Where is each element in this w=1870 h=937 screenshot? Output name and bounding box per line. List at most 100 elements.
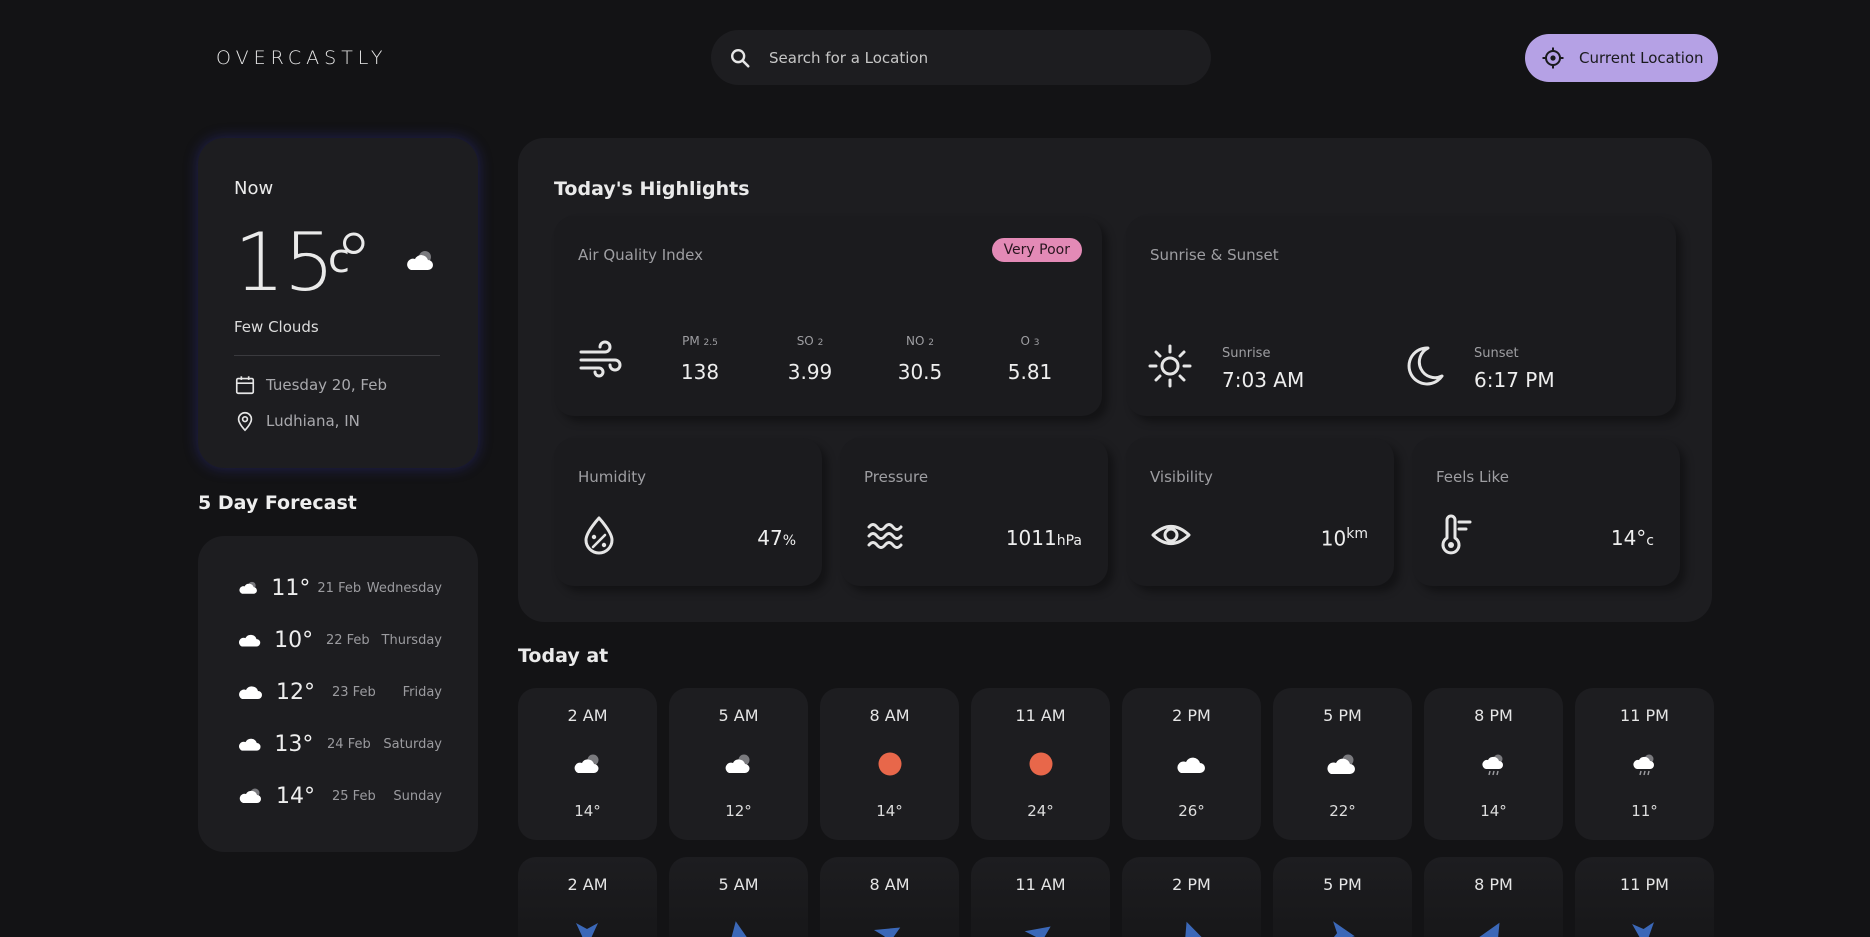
- aqi-o3: O 3 5.81: [990, 334, 1070, 384]
- hourly-card: 8 AM 14°: [820, 688, 959, 840]
- forecast-day: Saturday: [383, 736, 442, 752]
- wind-card: 5 PM: [1273, 857, 1412, 937]
- sunset-time: 6:17 PM: [1474, 368, 1555, 392]
- cloud-sun-icon: [1327, 754, 1355, 774]
- aqi-no2: NO 2 30.5: [880, 334, 960, 384]
- visibility-card: Visibility 10km: [1126, 438, 1394, 586]
- cloud-sun-icon: [407, 251, 433, 270]
- hourly-card: 5 PM 22°: [1273, 688, 1412, 840]
- forecast-row: 10° 22 Feb Thursday: [238, 625, 442, 655]
- thermometer-icon: [1441, 514, 1472, 555]
- cloud-icon: [239, 738, 261, 751]
- wind-card: 5 AM: [669, 857, 808, 937]
- waves-icon: [867, 523, 903, 549]
- current-date-row: Tuesday 20, Feb: [234, 374, 387, 396]
- aqi-so2-label: SO 2: [770, 334, 850, 348]
- forecast-row: 11° 21 Feb Wednesday: [238, 573, 442, 603]
- wind-time: 5 PM: [1323, 875, 1362, 894]
- aqi-pm25-value: 138: [680, 360, 720, 384]
- aqi-pm25-sub: 2.5: [703, 338, 718, 348]
- app-logo[interactable]: OVERCASTLY: [216, 47, 387, 69]
- pressure-card: Pressure 1011hPa: [840, 438, 1108, 586]
- temperature-unit: c: [328, 236, 350, 282]
- wind-card: 11 AM: [971, 857, 1110, 937]
- cloud-sun-icon: [239, 581, 257, 594]
- aqi-so2: SO 2 3.99: [770, 334, 850, 384]
- aqi-no2-value: 30.5: [897, 360, 943, 384]
- forecast-card: 11° 21 Feb Wednesday 10° 22 Feb Thursday…: [198, 536, 478, 852]
- wind-direction-icon: [873, 927, 901, 937]
- humidity-icon: [584, 516, 614, 555]
- current-temperature: 15°: [234, 216, 374, 309]
- aqi-pm25: PM 2.5 138: [660, 334, 740, 384]
- divider: [234, 355, 440, 356]
- pressure-label: Pressure: [864, 468, 929, 486]
- visibility-value: 10: [1320, 526, 1347, 551]
- humidity-card: Humidity 47%: [554, 438, 822, 586]
- humidity-value-wrap: 47%: [757, 526, 796, 550]
- hourly-card: 8 PM 14°: [1424, 688, 1563, 840]
- visibility-unit: km: [1346, 526, 1368, 542]
- forecast-day: Thursday: [381, 632, 442, 648]
- pressure-unit: hPa: [1056, 533, 1082, 549]
- forecast-date: 23 Feb: [332, 684, 376, 700]
- hourly-card: 2 AM 14°: [518, 688, 657, 840]
- cloud-icon: [239, 686, 262, 699]
- header: OVERCASTLY Current Location: [0, 0, 1870, 115]
- current-location-button[interactable]: Current Location: [1525, 34, 1718, 82]
- cloud-sun-icon: [725, 754, 750, 773]
- forecast-date: 24 Feb: [327, 736, 371, 752]
- wind-time: 8 PM: [1474, 875, 1513, 894]
- hour-time: 11 PM: [1620, 706, 1669, 725]
- current-location-label: Current Location: [1579, 49, 1704, 67]
- highlights-title: Today's Highlights: [554, 178, 750, 200]
- cloud-rain-icon: [1633, 754, 1654, 776]
- forecast-date: 22 Feb: [325, 632, 370, 648]
- aqi-so2-name: SO: [796, 334, 814, 348]
- location-pin-icon: [237, 411, 253, 432]
- wind-time: 8 AM: [869, 875, 910, 894]
- pressure-value-wrap: 1011hPa: [1006, 526, 1082, 550]
- sunrise-time: 7:03 AM: [1222, 368, 1305, 392]
- wind-card: 2 PM: [1122, 857, 1261, 937]
- hourly-card: 5 AM 12°: [669, 688, 808, 840]
- humidity-unit: %: [782, 533, 796, 549]
- wind-direction-icon: [729, 921, 751, 937]
- wind-time: 2 AM: [567, 875, 608, 894]
- forecast-temp: 12°: [276, 679, 315, 705]
- aqi-pm25-name: PM: [682, 334, 700, 348]
- hourly-card: 11 AM 24°: [971, 688, 1110, 840]
- cloud-icon: [1177, 757, 1205, 773]
- search-bar[interactable]: [711, 30, 1211, 85]
- hour-temp: 24°: [1027, 802, 1054, 820]
- search-input[interactable]: [769, 48, 1149, 67]
- forecast-row: 13° 24 Feb Saturday: [238, 729, 442, 759]
- weather-description: Few Clouds: [234, 318, 319, 336]
- hour-temp: 14°: [1480, 802, 1507, 820]
- calendar-icon: [235, 376, 255, 395]
- moon-icon: [1407, 346, 1444, 386]
- now-label: Now: [234, 178, 274, 199]
- gps-icon: [1542, 47, 1564, 69]
- feels-like-value: 14°: [1610, 526, 1647, 550]
- hour-temp: 22°: [1329, 802, 1356, 820]
- forecast-temp: 13°: [274, 731, 314, 757]
- humidity-label: Humidity: [578, 468, 647, 486]
- visibility-value-wrap: 10km: [1321, 526, 1368, 551]
- aqi-pm25-label: PM 2.5: [660, 334, 740, 348]
- hour-time: 5 AM: [718, 706, 759, 725]
- forecast-title: 5 Day Forecast: [198, 492, 357, 514]
- current-location: Ludhiana, IN: [266, 412, 360, 430]
- hour-time: 11 AM: [1015, 706, 1066, 725]
- search-icon: [731, 48, 750, 68]
- aqi-no2-label: NO 2: [880, 334, 960, 348]
- hour-time: 2 PM: [1172, 706, 1211, 725]
- wind-direction-icon: [576, 923, 598, 937]
- today-at-title: Today at: [518, 645, 609, 667]
- wind-time: 5 AM: [718, 875, 759, 894]
- aqi-o3-value: 5.81: [1007, 360, 1053, 384]
- hourly-card: 11 PM 11°: [1575, 688, 1714, 840]
- aqi-no2-name: NO: [906, 334, 925, 348]
- forecast-date: 25 Feb: [332, 788, 376, 804]
- hour-time: 8 PM: [1474, 706, 1513, 725]
